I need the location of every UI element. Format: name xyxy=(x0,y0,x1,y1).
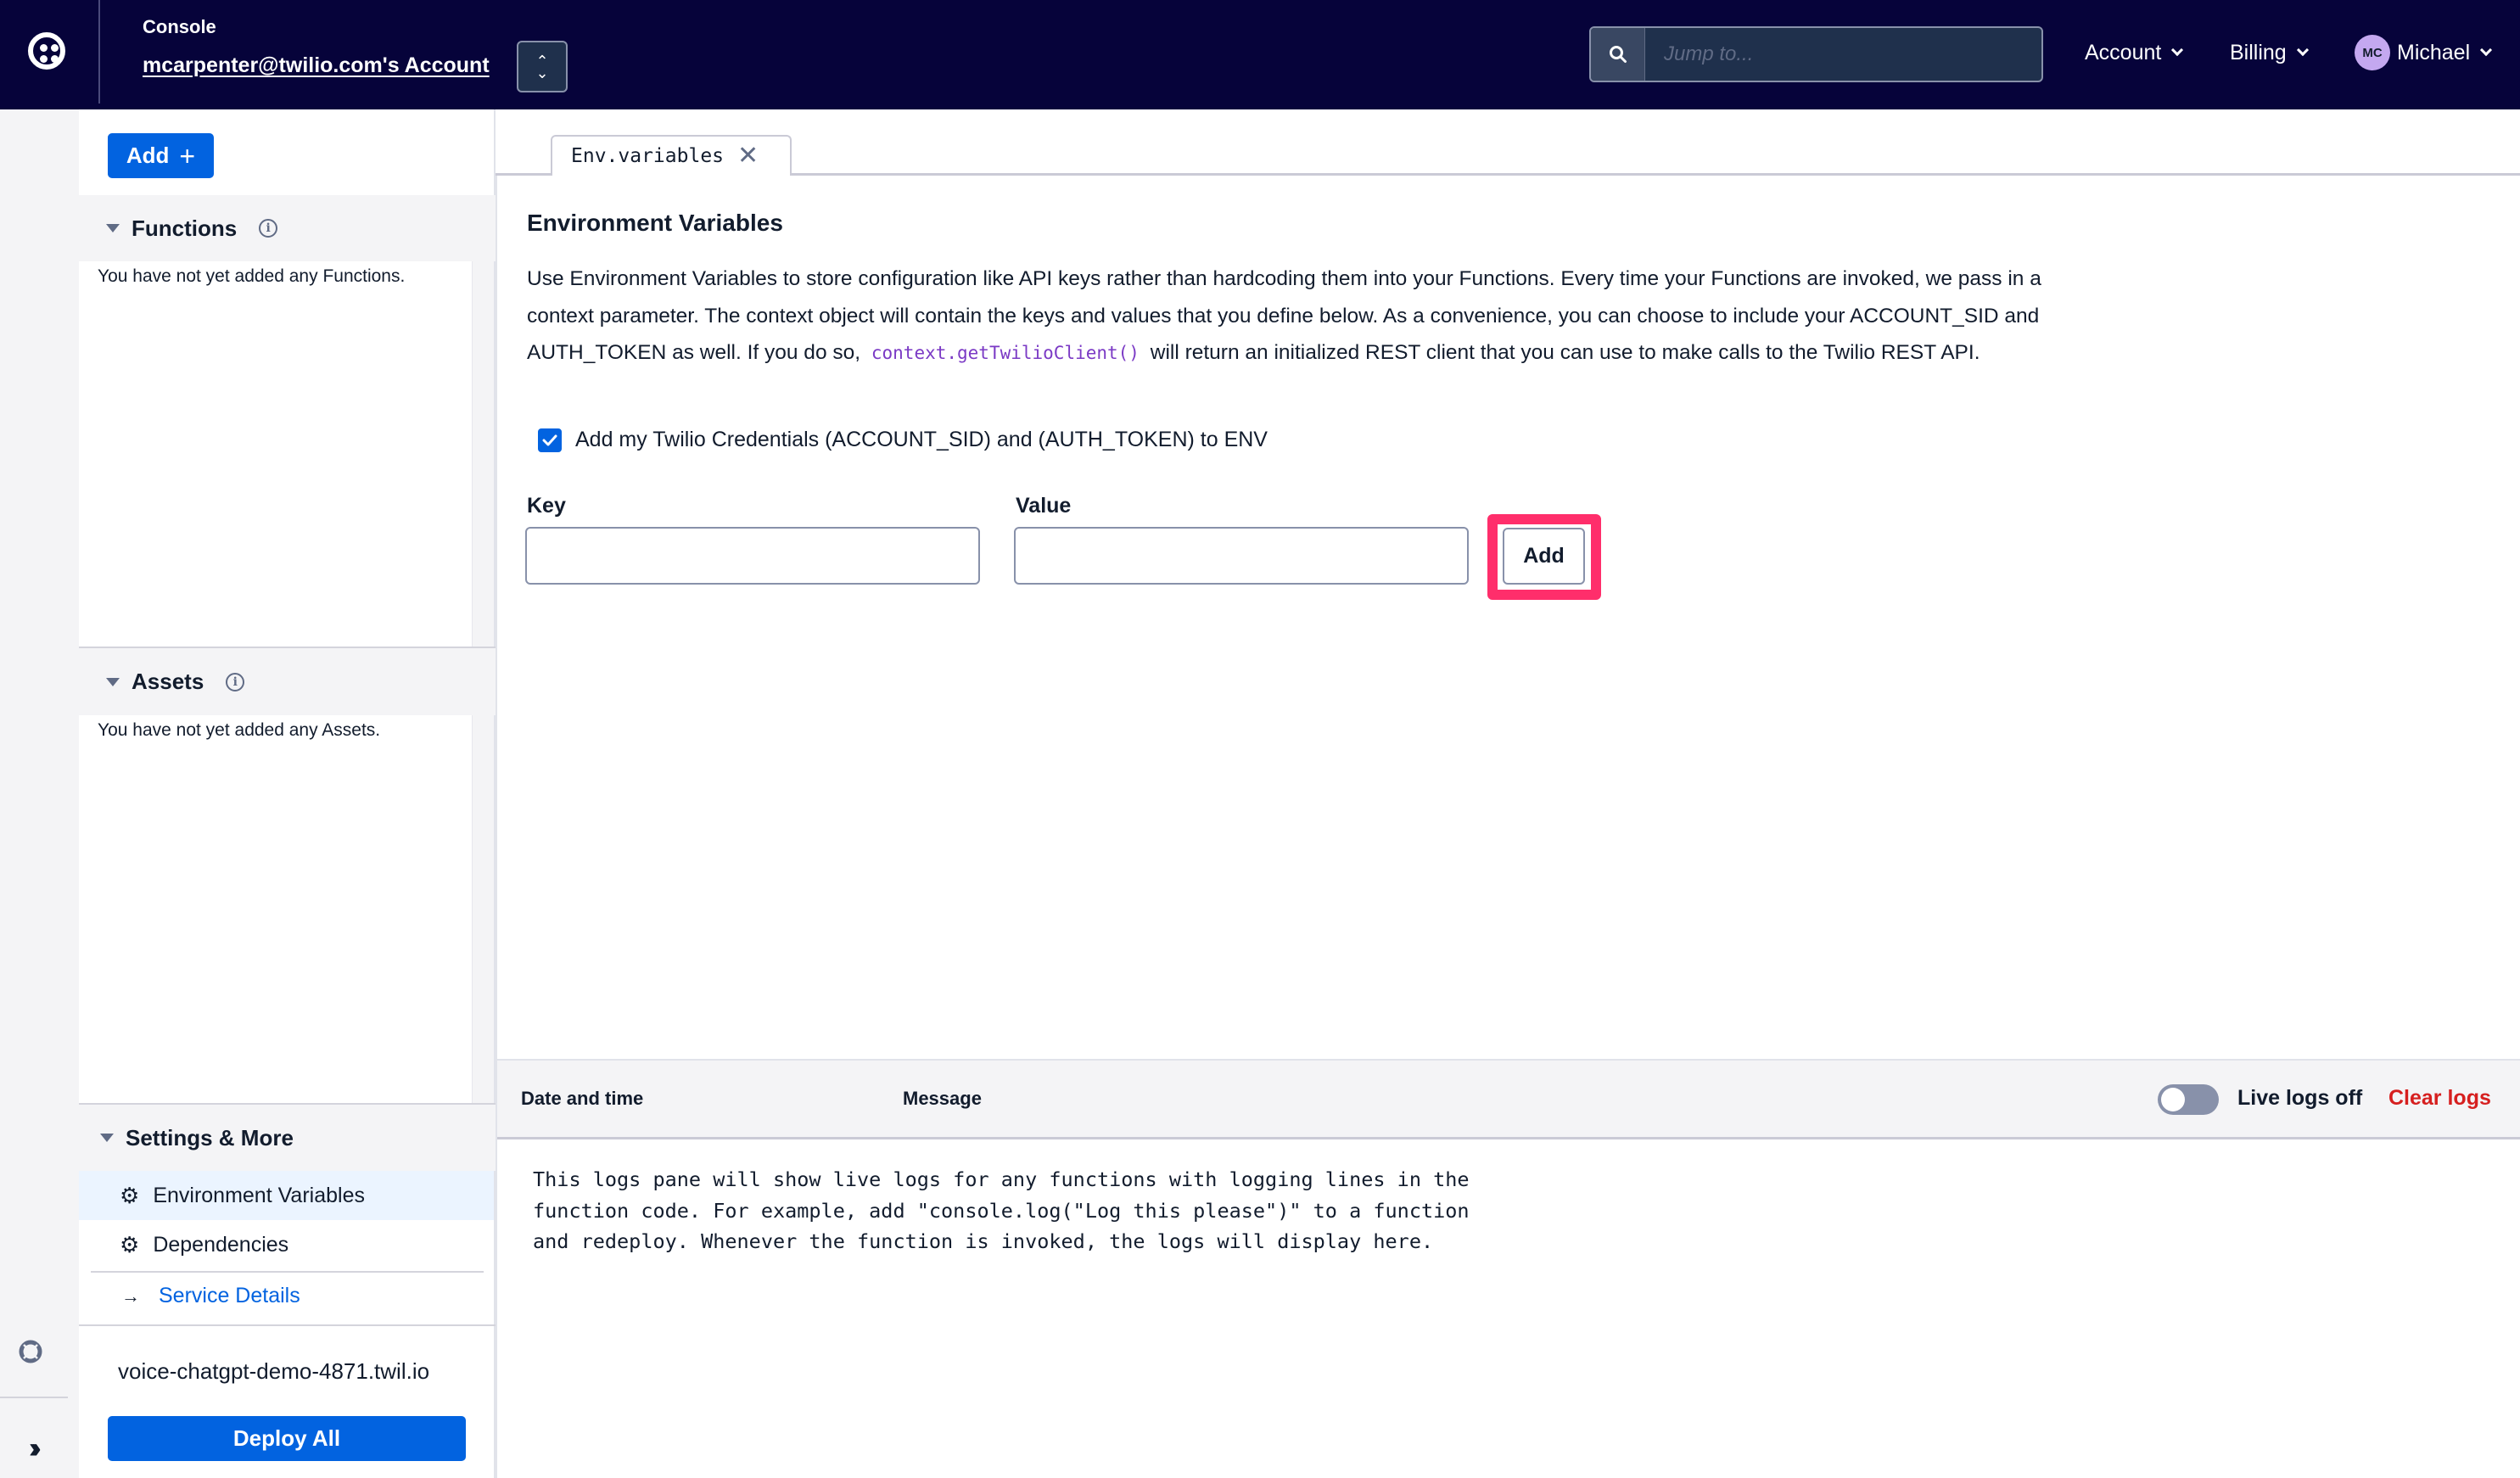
rail-divider xyxy=(0,1397,68,1398)
logs-column-datetime: Date and time xyxy=(521,1088,644,1109)
search-icon[interactable] xyxy=(1591,28,1645,81)
header-divider xyxy=(98,0,100,104)
tab-env-variables[interactable]: Env.variables ✕ xyxy=(551,135,792,176)
expand-sidebar-icon[interactable]: ›› xyxy=(29,1432,41,1465)
add-new-button[interactable]: Add + xyxy=(108,133,214,178)
service-details-link[interactable]: → Service Details xyxy=(121,1284,300,1308)
credentials-option[interactable]: Add my Twilio Credentials (ACCOUNT_SID) … xyxy=(538,428,1268,452)
functions-empty-message: You have not yet added any Functions. xyxy=(98,266,406,286)
caret-down-icon xyxy=(100,1134,114,1142)
chevron-down-icon xyxy=(2296,43,2309,57)
settings-item-label: Environment Variables xyxy=(153,1183,365,1207)
env-description: Use Environment Variables to store confi… xyxy=(527,260,2097,372)
assets-title: Assets xyxy=(132,669,204,694)
settings-item-environment-variables[interactable]: ⚙ Environment Variables xyxy=(79,1171,494,1220)
credentials-checkbox-label: Add my Twilio Credentials (ACCOUNT_SID) … xyxy=(575,428,1268,451)
search-input[interactable] xyxy=(1645,28,2041,81)
user-menu[interactable]: MC Michael xyxy=(2355,34,2493,71)
gear-icon: ⚙ xyxy=(120,1231,140,1257)
deploy-all-button[interactable]: Deploy All xyxy=(108,1416,466,1461)
console-label: Console xyxy=(143,16,216,37)
chevron-down-icon xyxy=(2480,43,2493,57)
settings-title: Settings & More xyxy=(126,1124,294,1150)
functions-section-header[interactable]: Functions i xyxy=(79,195,496,261)
checkmark-icon xyxy=(542,434,557,445)
live-logs-label: Live logs off xyxy=(2237,1086,2363,1110)
functions-scrollbar[interactable] xyxy=(472,261,494,647)
chevron-down-icon: ⌄ xyxy=(535,64,549,81)
caret-down-icon xyxy=(106,224,120,232)
settings-item-dependencies[interactable]: ⚙ Dependencies xyxy=(79,1220,494,1269)
billing-menu-label: Billing xyxy=(2230,40,2287,64)
info-icon[interactable]: i xyxy=(226,672,245,691)
gear-icon: ⚙ xyxy=(120,1182,140,1208)
service-details-label: Service Details xyxy=(159,1284,300,1307)
logs-placeholder-text: This logs pane will show live logs for a… xyxy=(533,1167,1470,1253)
account-menu[interactable]: Account xyxy=(2085,34,2184,71)
avatar: MC xyxy=(2355,35,2390,70)
left-rail xyxy=(0,109,79,1478)
key-label: Key xyxy=(527,494,566,518)
assets-scrollbar[interactable] xyxy=(472,715,494,1103)
settings-section-header[interactable]: Settings & More xyxy=(79,1105,496,1171)
twilio-logo-icon[interactable] xyxy=(28,32,65,70)
help-lifebuoy-icon[interactable] xyxy=(19,1340,42,1363)
close-icon[interactable]: ✕ xyxy=(737,143,759,169)
key-input[interactable] xyxy=(525,527,980,585)
functions-title: Functions xyxy=(132,215,238,241)
account-name-link[interactable]: mcarpenter@twilio.com's Account xyxy=(143,53,490,78)
settings-item-label: Dependencies xyxy=(153,1232,289,1257)
info-icon[interactable]: i xyxy=(259,219,278,238)
assets-empty-message: You have not yet added any Assets. xyxy=(98,720,381,740)
sidebar-panel xyxy=(79,109,496,1478)
code-snippet: context.getTwilioClient() xyxy=(871,343,1140,363)
page-title: Environment Variables xyxy=(527,210,783,236)
toggle-knob xyxy=(2161,1088,2185,1111)
settings-divider xyxy=(79,1324,496,1326)
credentials-checkbox[interactable] xyxy=(538,428,562,452)
service-url: voice-chatgpt-demo-4871.twil.io xyxy=(118,1358,430,1384)
settings-divider xyxy=(91,1271,484,1273)
plus-icon: + xyxy=(179,140,196,171)
live-logs-toggle[interactable] xyxy=(2158,1084,2219,1115)
tab-strip xyxy=(496,173,2520,176)
search-box[interactable] xyxy=(1589,26,2043,82)
chevron-down-icon xyxy=(2171,43,2184,57)
add-variable-button[interactable]: Add xyxy=(1503,528,1585,585)
tab-label: Env.variables xyxy=(571,145,725,167)
user-name: Michael xyxy=(2397,40,2471,64)
account-switcher-button[interactable]: ⌃ ⌄ xyxy=(517,41,568,92)
logs-column-message: Message xyxy=(903,1088,982,1109)
assets-section-header[interactable]: Assets i xyxy=(79,648,496,715)
value-input[interactable] xyxy=(1014,527,1469,585)
arrow-right-icon: → xyxy=(121,1285,140,1307)
clear-logs-button[interactable]: Clear logs xyxy=(2388,1086,2491,1111)
billing-menu[interactable]: Billing xyxy=(2230,34,2309,71)
add-button-label: Add xyxy=(126,143,170,168)
caret-down-icon xyxy=(106,677,120,686)
value-label: Value xyxy=(1016,494,1072,518)
main-panel-border xyxy=(496,173,497,1478)
description-text: will return an initialized REST client t… xyxy=(1150,341,1980,364)
account-menu-label: Account xyxy=(2085,40,2162,64)
